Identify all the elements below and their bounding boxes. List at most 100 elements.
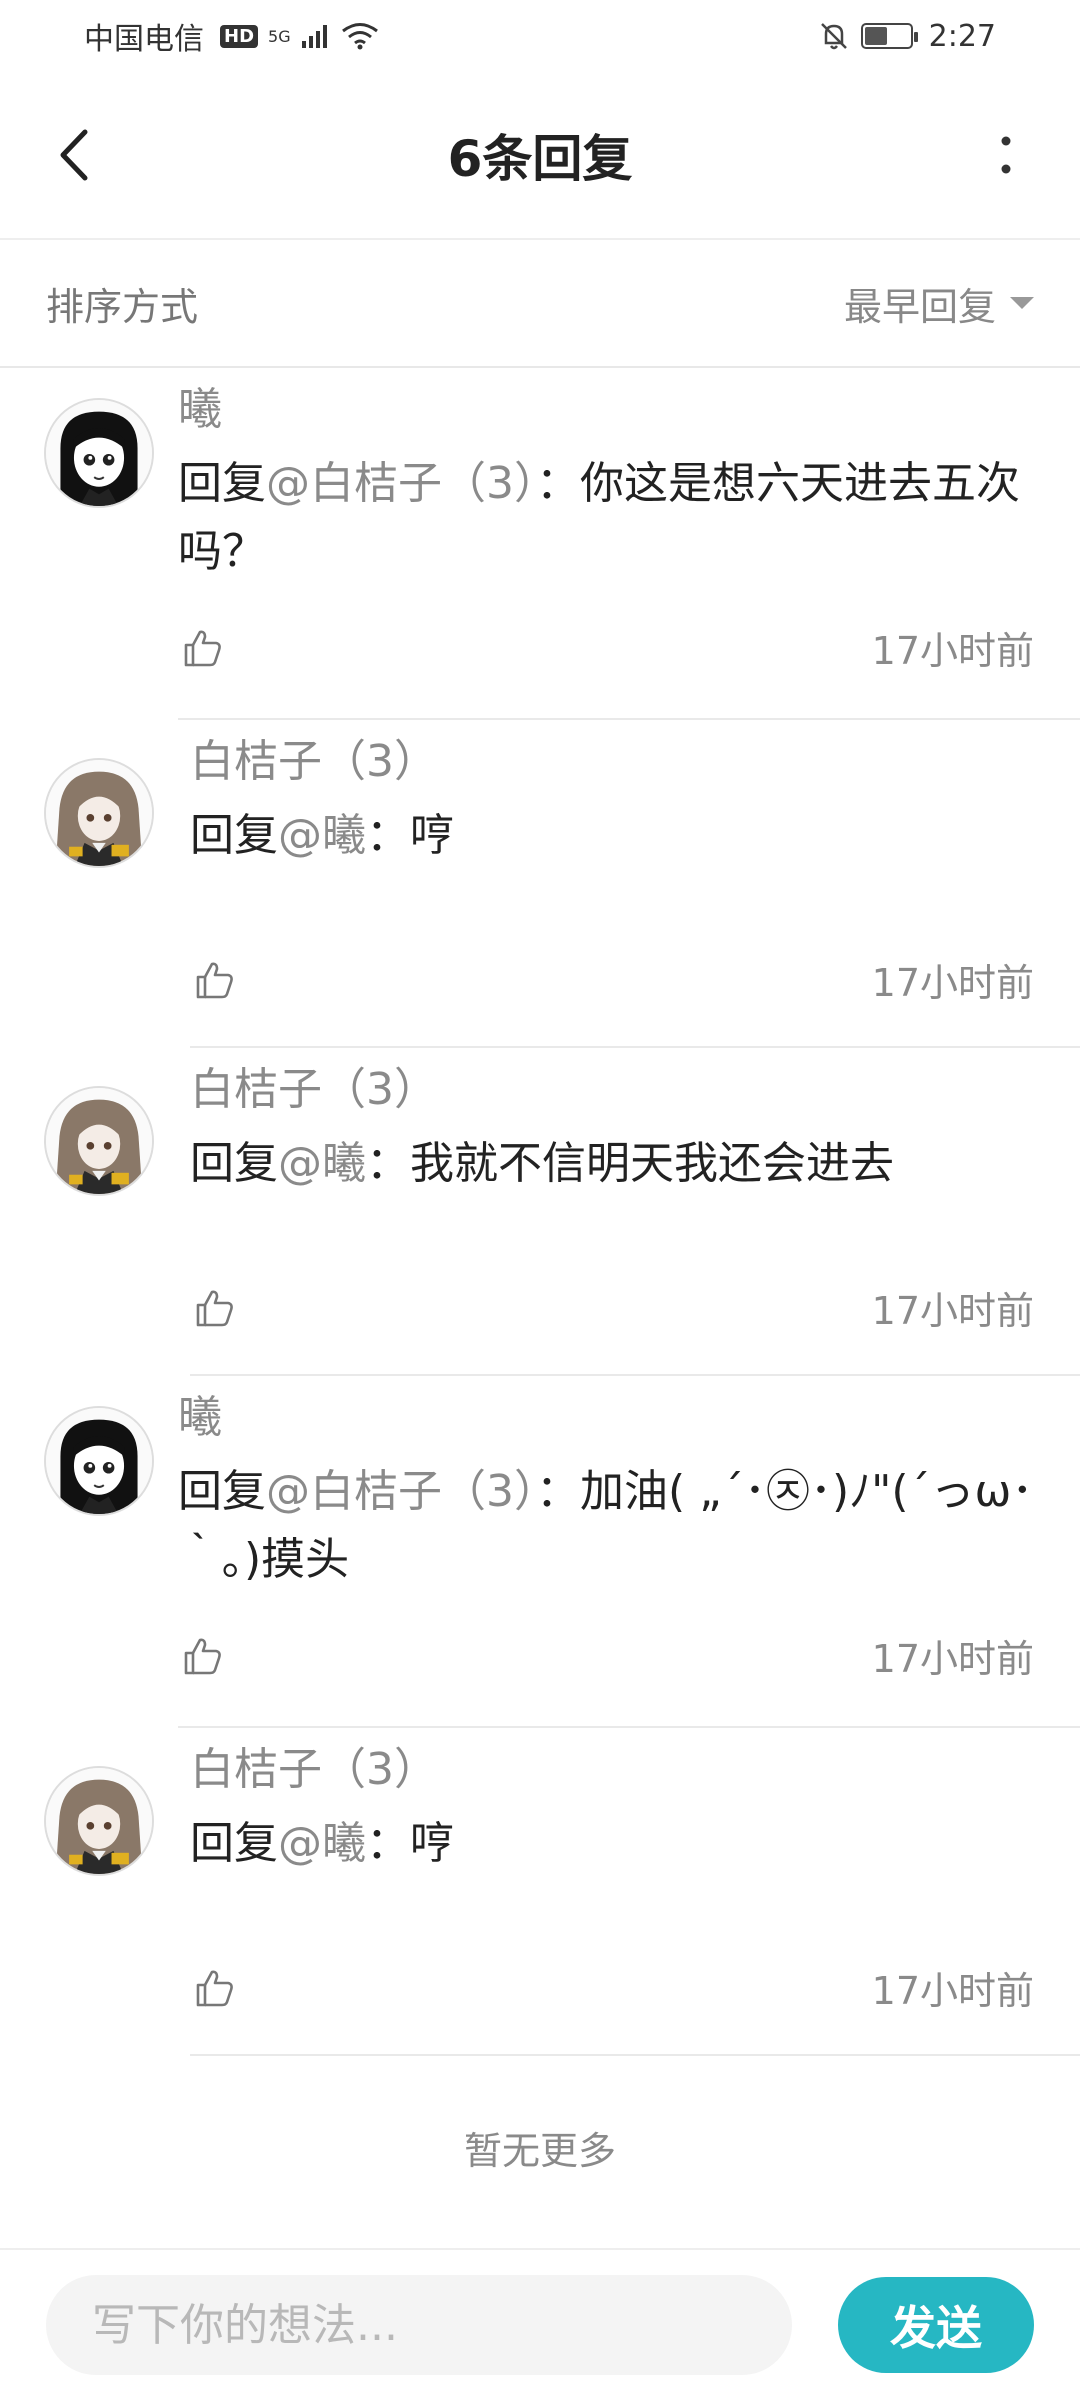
avatar[interactable] <box>44 1406 154 1516</box>
comment-meta: 17小时前 <box>190 1960 1034 2015</box>
comment-time: 17小时前 <box>871 961 1034 1005</box>
status-right: 2:27 <box>817 19 996 54</box>
avatar[interactable] <box>44 758 154 868</box>
comment-author[interactable]: 曦 <box>178 1388 1036 1448</box>
reply-content: 哼 <box>410 810 454 861</box>
mention-link[interactable]: @曦 <box>278 1818 366 1869</box>
comment-body: 曦 回复@白桔子（3）：你这是想六天进去五次吗？ <box>178 380 1036 586</box>
comment-time: 17小时前 <box>871 1969 1034 2013</box>
more-options-button[interactable] <box>976 120 1036 190</box>
back-button[interactable] <box>44 120 104 190</box>
comment-text: 回复@曦：哼 <box>190 1810 1036 1878</box>
comment-text: 回复@白桔子（3）：加油( „´･㉨･)ﾉ"(´っω･｀｡)摸头 <box>178 1458 1036 1594</box>
comment-meta: 17小时前 <box>190 1280 1034 1335</box>
reply-prefix: 回复 <box>190 810 278 861</box>
avatar[interactable] <box>44 1086 154 1196</box>
status-left: 中国电信 HD 5G <box>84 14 379 58</box>
avatar-brown-hair-icon <box>46 1768 152 1874</box>
sort-value: 最早回复 <box>843 284 996 329</box>
comment-time: 17小时前 <box>871 1289 1034 1333</box>
like-button[interactable] <box>190 1963 240 2013</box>
comment-divider <box>178 718 1080 720</box>
comment-author[interactable]: 白桔子（3） <box>190 732 1036 792</box>
reply-prefix: 回复 <box>178 458 266 509</box>
mention-link[interactable]: @曦 <box>278 1138 366 1189</box>
reply-prefix: 回复 <box>178 1466 266 1517</box>
comment-body: 曦 回复@白桔子（3）：加油( „´･㉨･)ﾉ"(´っω･｀｡)摸头 <box>178 1388 1036 1594</box>
avatar[interactable] <box>44 1766 154 1876</box>
avatar-brown-hair-icon <box>46 760 152 866</box>
signal-icon <box>301 25 327 48</box>
comment-item[interactable]: 白桔子（3） 回复@曦：哼 17小时前 <box>0 722 1080 1050</box>
comment-divider <box>178 1726 1080 1728</box>
more-vertical-icon <box>1001 136 1011 174</box>
comment-author[interactable]: 白桔子（3） <box>190 1060 1036 1120</box>
sort-dropdown[interactable]: 最早回复 <box>844 276 1034 331</box>
comment-meta: 17小时前 <box>178 620 1034 675</box>
chevron-left-icon <box>60 129 88 181</box>
comment-item[interactable]: 曦 回复@白桔子（3）：你这是想六天进去五次吗？ 17小时前 <box>0 370 1080 722</box>
comment-item[interactable]: 白桔子（3） 回复@曦：我就不信明天我还会进去 17小时前 <box>0 1050 1080 1378</box>
reply-separator: ： <box>366 1138 410 1189</box>
comment-divider <box>190 1046 1080 1048</box>
comment-text: 回复@曦：哼 <box>190 802 1036 870</box>
comment-item[interactable]: 曦 回复@白桔子（3）：加油( „´･㉨･)ﾉ"(´っω･｀｡)摸头 17小时前 <box>0 1378 1080 1730</box>
avatar-black-hair-icon <box>46 400 152 506</box>
comment-item[interactable]: 白桔子（3） 回复@曦：哼 17小时前 <box>0 1730 1080 2058</box>
status-bar: 中国电信 HD 5G 2:27 <box>0 0 1080 72</box>
comment-author[interactable]: 曦 <box>178 380 1036 440</box>
comment-divider <box>190 2054 1080 2056</box>
battery-fill <box>864 27 887 45</box>
comment-body: 白桔子（3） 回复@曦：哼 <box>190 1740 1036 1878</box>
reply-content: 哼 <box>410 1818 454 1869</box>
avatar-brown-hair-icon <box>46 1088 152 1194</box>
no-more-text: 暂无更多 <box>463 2129 616 2173</box>
like-button[interactable] <box>190 955 240 1005</box>
thumbs-up-icon <box>184 1638 221 1674</box>
mention-link[interactable]: @曦 <box>278 810 366 861</box>
carrier-name: 中国电信 <box>84 22 204 57</box>
page-title: 6条回复 <box>447 130 633 188</box>
top-app-bar: 6条回复 <box>0 72 1080 240</box>
bell-off-icon <box>820 23 847 50</box>
comment-author[interactable]: 白桔子（3） <box>190 1740 1036 1800</box>
wifi-icon <box>341 23 378 50</box>
thumbs-up-icon <box>184 630 221 666</box>
comment-body: 白桔子（3） 回复@曦：哼 <box>190 732 1036 870</box>
caret-down-icon <box>1010 297 1034 309</box>
mention-link[interactable]: @白桔子（3） <box>266 458 536 509</box>
clock: 2:27 <box>928 18 996 54</box>
battery-icon <box>860 23 918 49</box>
thumbs-up-icon <box>196 1970 233 2006</box>
comment-text: 回复@曦：我就不信明天我还会进去 <box>190 1130 1036 1198</box>
hd-badge: HD <box>220 24 259 48</box>
sort-label: 排序方式 <box>46 284 199 329</box>
avatar[interactable] <box>44 398 154 508</box>
reply-separator: ： <box>536 1466 580 1517</box>
comment-divider <box>190 1374 1080 1376</box>
send-button[interactable]: 发送 <box>838 2277 1034 2373</box>
comment-body: 白桔子（3） 回复@曦：我就不信明天我还会进去 <box>190 1060 1036 1198</box>
like-button[interactable] <box>178 623 228 673</box>
comment-meta: 17小时前 <box>178 1628 1034 1683</box>
thumbs-up-icon <box>196 1290 233 1326</box>
comment-text: 回复@白桔子（3）：你这是想六天进去五次吗？ <box>178 450 1036 586</box>
like-button[interactable] <box>190 1283 240 1333</box>
like-button[interactable] <box>178 1631 228 1681</box>
comment-meta: 17小时前 <box>190 952 1034 1007</box>
comment-time: 17小时前 <box>871 1637 1034 1681</box>
reply-input-bar: 发送 <box>0 2248 1080 2400</box>
reply-prefix: 回复 <box>190 1818 278 1869</box>
avatar-black-hair-icon <box>46 1408 152 1514</box>
reply-separator: ： <box>536 458 580 509</box>
sort-bar: 排序方式 最早回复 <box>0 240 1080 368</box>
mention-link[interactable]: @白桔子（3） <box>266 1466 536 1517</box>
reply-content: 我就不信明天我还会进去 <box>410 1138 894 1189</box>
reply-prefix: 回复 <box>190 1138 278 1189</box>
reply-separator: ： <box>366 1818 410 1869</box>
reply-input[interactable] <box>46 2275 792 2375</box>
comment-time: 17小时前 <box>871 629 1034 673</box>
network-type: 5G <box>268 26 291 46</box>
reply-separator: ： <box>366 810 410 861</box>
thumbs-up-icon <box>196 962 233 998</box>
